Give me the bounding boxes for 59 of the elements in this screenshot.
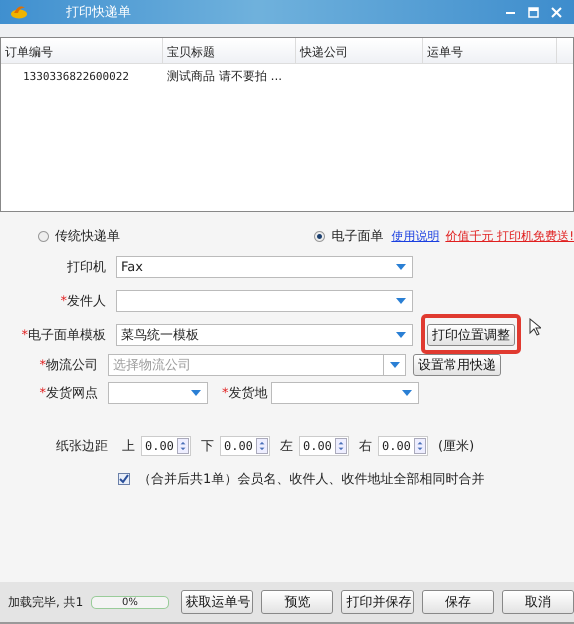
placeholder-text: 选择物流公司 — [113, 357, 191, 374]
dropdown-arrow-icon[interactable] — [390, 362, 400, 368]
field-label: *发货地 — [222, 385, 268, 402]
action-button[interactable]: 打印并保存 — [341, 590, 414, 614]
field-label: 打印机 — [66, 259, 106, 276]
radio-icon[interactable] — [314, 230, 326, 242]
radio-option[interactable]: 传统快递单 — [38, 227, 120, 245]
promo-link[interactable]: 价值千元 打印机免费送! — [445, 228, 574, 244]
checkbox-label[interactable]: （合并后共1单）会员名、收件人、收件地址全部相同时合并 — [138, 470, 484, 488]
field-label: *电子面单模板 — [20, 327, 106, 344]
dropdown-field[interactable] — [270, 382, 418, 404]
table-cell-text: 测试商品 请不要拍 ... — [166, 68, 284, 84]
dropdown-arrow-icon[interactable] — [396, 332, 406, 338]
status-text: 加载完毕, 共1 — [8, 594, 84, 610]
progress-reading: 0% — [122, 596, 138, 608]
column-header[interactable]: 宝贝标题 — [163, 38, 296, 63]
margin-label: 纸张边距 — [56, 438, 108, 455]
table-cell-text: 1330336822600022 — [22, 70, 130, 82]
maximize-icon[interactable] — [528, 6, 539, 18]
dropdown-value: Fax — [121, 260, 143, 274]
set-courier-button[interactable]: 设置常用快递 — [413, 354, 501, 376]
margin-side-label: 左 — [280, 438, 293, 455]
app-logo-icon — [10, 5, 28, 19]
margin-side-label: 右 — [359, 438, 372, 455]
dropdown-arrow-icon[interactable] — [396, 264, 406, 270]
column-header[interactable]: 快递公司 — [296, 38, 423, 63]
action-button[interactable]: 获取运单号 — [180, 590, 254, 614]
window-title: 打印快递单 — [66, 4, 131, 21]
checkbox[interactable] — [118, 473, 130, 485]
dropdown-arrow-icon[interactable] — [396, 298, 406, 304]
number-spinner[interactable]: 0.00 — [378, 436, 428, 456]
dropdown-arrow-icon[interactable] — [402, 390, 412, 396]
action-button[interactable]: 取消 — [502, 590, 574, 614]
dropdown-field[interactable]: 菜鸟统一模板 — [116, 324, 413, 346]
table-row[interactable]: 1330336822600022 测试商品 请不要拍 ... — [1, 64, 573, 88]
dropdown-field[interactable]: Fax — [116, 256, 413, 278]
field-label: *发货网点 — [38, 385, 98, 402]
unit-label: (厘米) — [438, 438, 474, 455]
number-spinner[interactable]: 0.00 — [299, 436, 349, 456]
radio-icon[interactable] — [38, 230, 49, 242]
action-button[interactable]: 保存 — [422, 590, 494, 614]
dropdown-field[interactable] — [116, 290, 413, 312]
action-button[interactable]: 预览 — [261, 590, 334, 614]
print-position-button[interactable]: 打印位置调整 — [427, 324, 515, 346]
margin-side-label: 下 — [201, 438, 214, 455]
dropdown-field[interactable] — [108, 382, 208, 404]
dropdown-value: 菜鸟统一模板 — [121, 327, 199, 344]
number-spinner[interactable]: 0.00 — [220, 436, 270, 456]
dropdown-arrow-icon[interactable] — [191, 390, 201, 396]
column-header[interactable]: 运单号 — [423, 38, 557, 63]
field-label: *发件人 — [60, 293, 106, 310]
radio-option[interactable]: 电子面单 — [314, 227, 384, 245]
close-icon[interactable] — [551, 6, 562, 18]
help-link[interactable]: 使用说明 — [391, 228, 440, 244]
column-header[interactable]: 订单编号 — [1, 38, 163, 63]
number-spinner[interactable]: 0.00 — [141, 436, 191, 456]
margin-side-label: 上 — [122, 438, 135, 455]
field-label: *物流公司 — [38, 357, 98, 374]
mouse-pointer-icon — [529, 318, 541, 336]
